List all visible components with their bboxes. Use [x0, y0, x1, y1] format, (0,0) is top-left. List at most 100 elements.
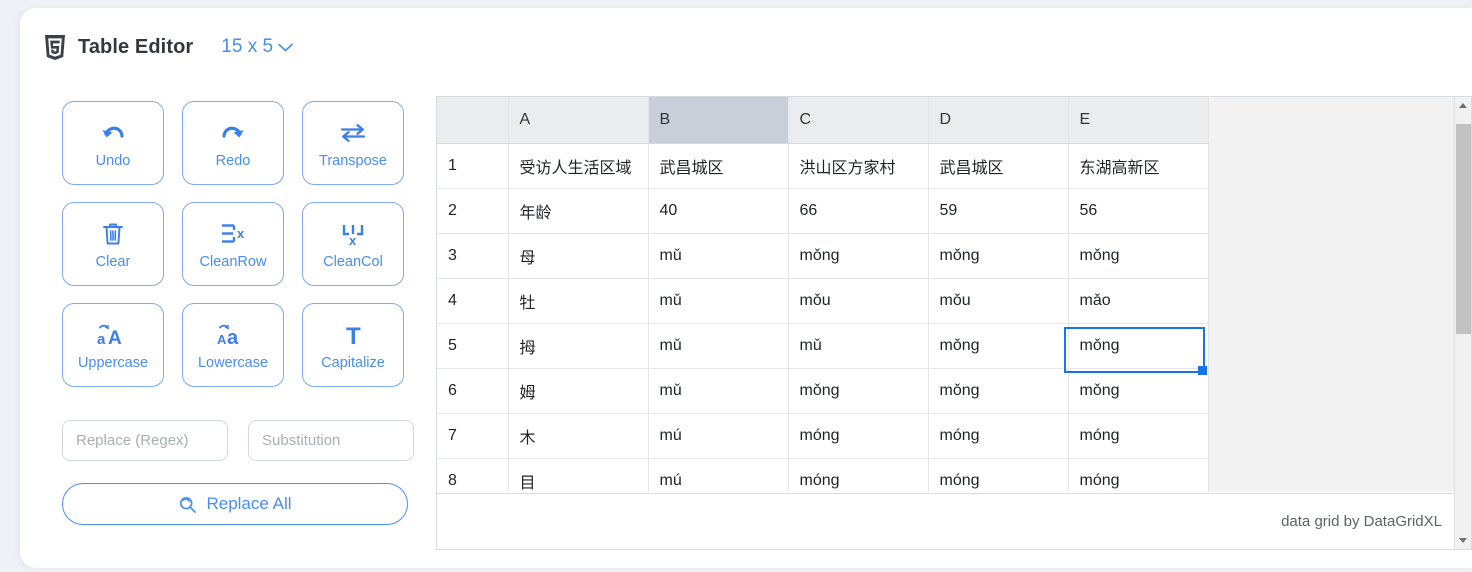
cell-c2[interactable]: 66 — [788, 188, 929, 234]
clean-row-icon: x — [218, 219, 248, 249]
cell-e7[interactable]: móng — [1068, 413, 1209, 459]
row-header[interactable]: 7 — [437, 413, 509, 459]
cell-a7[interactable]: 木 — [508, 413, 649, 459]
undo-arrow-icon — [99, 118, 127, 148]
cell-a1[interactable]: 受访人生活区域 — [508, 143, 649, 189]
trash-icon — [101, 219, 125, 249]
lowercase-Aa-icon: A a — [214, 320, 252, 350]
cell-a8[interactable]: 目 — [508, 458, 649, 492]
search-replace-icon — [180, 496, 197, 513]
lowercase-label: Lowercase — [197, 354, 269, 371]
data-grid-viewport[interactable]: A B C D E 1 受访人生活区域 武昌城区 洪山区方家村 武昌城区 东湖高 — [437, 97, 1454, 492]
cell-b6[interactable]: mǔ — [648, 368, 789, 414]
substitution-input[interactable] — [248, 420, 414, 461]
replace-inputs-row — [62, 420, 414, 461]
redo-button[interactable]: Redo — [182, 101, 284, 185]
cell-a3[interactable]: 母 — [508, 233, 649, 279]
cell-a5[interactable]: 拇 — [508, 323, 649, 369]
clear-label: Clear — [95, 253, 131, 270]
vertical-scrollbar[interactable] — [1454, 97, 1471, 549]
cell-d2[interactable]: 59 — [928, 188, 1069, 234]
cell-d7[interactable]: móng — [928, 413, 1069, 459]
undo-button[interactable]: Undo — [62, 101, 164, 185]
cell-b2[interactable]: 40 — [648, 188, 789, 234]
replace-all-button[interactable]: Replace All — [62, 483, 408, 525]
scroll-down-arrow-icon[interactable] — [1455, 532, 1471, 549]
cell-e5[interactable]: mǒng — [1068, 323, 1209, 369]
cell-d3[interactable]: mǒng — [928, 233, 1069, 279]
column-header-b[interactable]: B — [648, 97, 789, 144]
row-header[interactable]: 5 — [437, 323, 509, 369]
clean-col-icon: x — [338, 219, 368, 249]
column-header-d[interactable]: D — [928, 97, 1069, 144]
column-header-c[interactable]: C — [788, 97, 929, 144]
replace-regex-input[interactable] — [62, 420, 228, 461]
table-row: 8 目 mú móng móng móng — [437, 458, 1209, 492]
cell-c7[interactable]: móng — [788, 413, 929, 459]
redo-label: Redo — [215, 152, 251, 169]
grid-footer: data grid by DataGridXL — [437, 493, 1454, 549]
cell-c6[interactable]: mǒng — [788, 368, 929, 414]
svg-text:x: x — [349, 233, 357, 247]
app-card: Table Editor 15 x 5 Undo Redo Transpose … — [20, 8, 1472, 568]
cell-d5[interactable]: mǒng — [928, 323, 1069, 369]
cell-a2[interactable]: 年龄 — [508, 188, 649, 234]
grid-corner-cell[interactable] — [437, 97, 509, 144]
cell-d4[interactable]: mǒu — [928, 278, 1069, 324]
cell-d1[interactable]: 武昌城区 — [928, 143, 1069, 189]
row-header[interactable]: 3 — [437, 233, 509, 279]
cell-a6[interactable]: 姆 — [508, 368, 649, 414]
capitalize-button[interactable]: T Capitalize — [302, 303, 404, 387]
column-header-e[interactable]: E — [1068, 97, 1209, 144]
clean-col-button[interactable]: x CleanCol — [302, 202, 404, 286]
table-size-label: 15 x 5 — [221, 36, 274, 57]
cell-c8[interactable]: móng — [788, 458, 929, 492]
svg-text:A: A — [217, 332, 227, 347]
cell-e2[interactable]: 56 — [1068, 188, 1209, 234]
cell-c1[interactable]: 洪山区方家村 — [788, 143, 929, 189]
lowercase-button[interactable]: A a Lowercase — [182, 303, 284, 387]
cell-c5[interactable]: mǔ — [788, 323, 929, 369]
table-row: 6 姆 mǔ mǒng mǒng mǒng — [437, 368, 1209, 414]
cell-d8[interactable]: móng — [928, 458, 1069, 492]
transpose-button[interactable]: Transpose — [302, 101, 404, 185]
column-header-row: A B C D E — [437, 97, 1209, 144]
cell-b7[interactable]: mú — [648, 413, 789, 459]
uppercase-button[interactable]: a A Uppercase — [62, 303, 164, 387]
html5-shield-icon — [45, 34, 65, 60]
clear-button[interactable]: Clear — [62, 202, 164, 286]
cell-e4[interactable]: mǎo — [1068, 278, 1209, 324]
table-row: 2 年龄 40 66 59 56 — [437, 188, 1209, 234]
row-header[interactable]: 2 — [437, 188, 509, 234]
table-size-selector[interactable]: 15 x 5 — [221, 36, 293, 58]
svg-text:a: a — [97, 331, 106, 348]
uppercase-label: Uppercase — [77, 354, 149, 371]
column-header-a[interactable]: A — [508, 97, 649, 144]
cell-b5[interactable]: mǔ — [648, 323, 789, 369]
scrollbar-thumb[interactable] — [1456, 124, 1471, 334]
clean-row-label: CleanRow — [199, 253, 267, 270]
cell-e8[interactable]: móng — [1068, 458, 1209, 492]
row-header[interactable]: 1 — [437, 143, 509, 189]
cell-b4[interactable]: mǔ — [648, 278, 789, 324]
cell-b3[interactable]: mǔ — [648, 233, 789, 279]
cell-e6[interactable]: mǒng — [1068, 368, 1209, 414]
redo-arrow-icon — [219, 118, 247, 148]
cell-c4[interactable]: mǒu — [788, 278, 929, 324]
grid-credit-label: data grid by DataGridXL — [1281, 513, 1442, 530]
clean-row-button[interactable]: x CleanRow — [182, 202, 284, 286]
cell-e3[interactable]: mǒng — [1068, 233, 1209, 279]
scroll-up-arrow-icon[interactable] — [1455, 97, 1471, 114]
cell-d6[interactable]: mǒng — [928, 368, 1069, 414]
undo-label: Undo — [95, 152, 131, 169]
cell-b8[interactable]: mú — [648, 458, 789, 492]
cell-c3[interactable]: mǒng — [788, 233, 929, 279]
cell-a4[interactable]: 牡 — [508, 278, 649, 324]
row-header[interactable]: 4 — [437, 278, 509, 324]
row-header[interactable]: 6 — [437, 368, 509, 414]
row-header[interactable]: 8 — [437, 458, 509, 492]
cell-e1[interactable]: 东湖高新区 — [1068, 143, 1209, 189]
table-row: 5 拇 mǔ mǔ mǒng mǒng — [437, 323, 1209, 369]
cell-b1[interactable]: 武昌城区 — [648, 143, 789, 189]
transpose-label: Transpose — [319, 152, 387, 169]
